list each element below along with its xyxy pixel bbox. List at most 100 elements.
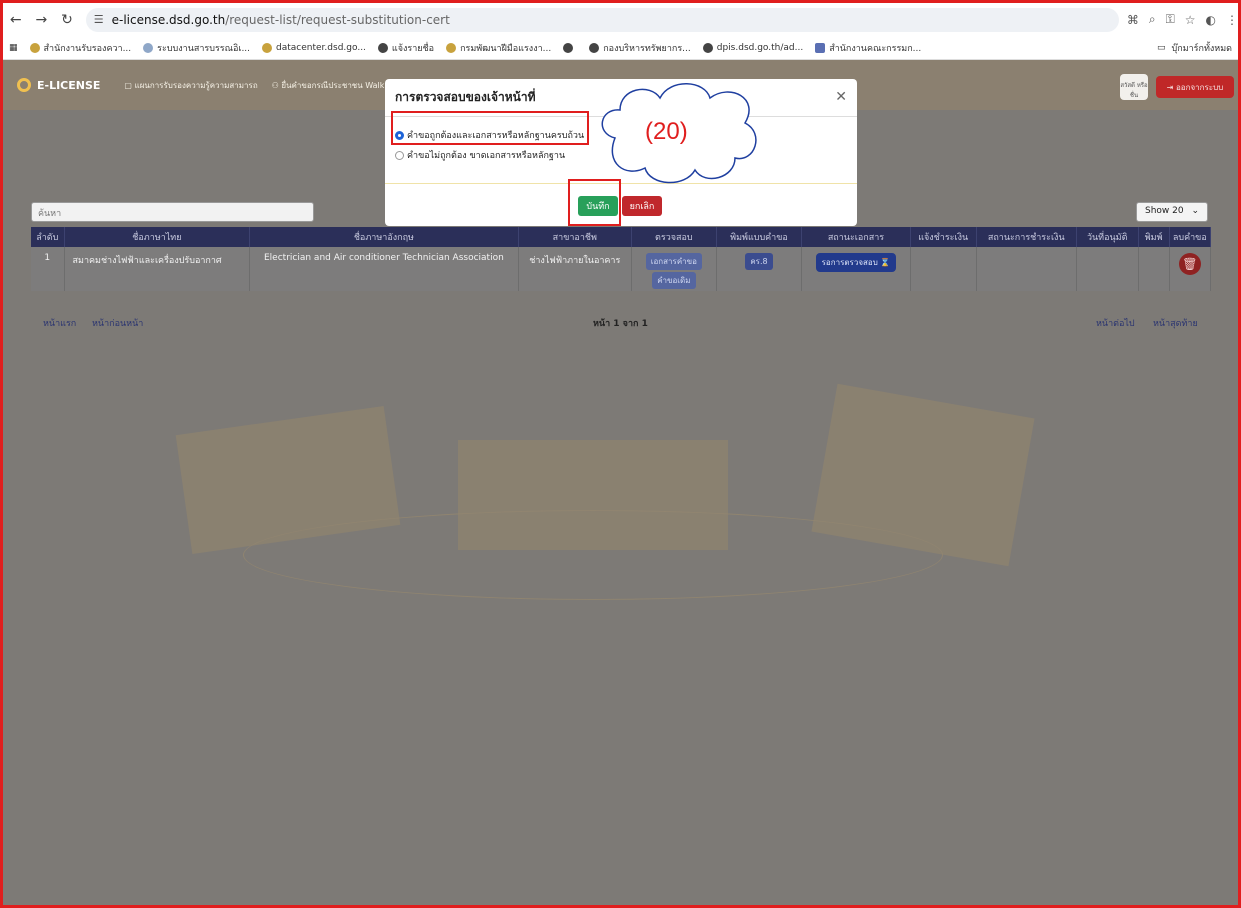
bookmark-item[interactable]: ระบบงานสารบรรณอิเ... [143, 41, 250, 55]
bookmarks-bar: ▦ สำนักงานรับรองควา... ระบบงานสารบรรณอิเ… [3, 36, 1238, 60]
logout-button[interactable]: ⇥ ออกจากระบบ [1156, 76, 1234, 98]
user-chip[interactable]: สวัสดี หรือชื่น [1120, 74, 1148, 100]
nav-item-walkin-label: ยื่นคำขอกรณีประชาชน Walk i [281, 80, 390, 90]
pager-prev[interactable]: หน้าก่อนหน้า [92, 316, 143, 330]
bookmark-item[interactable]: กองบริหารทรัพยากร... [589, 41, 691, 55]
hourglass-icon: ⌛ [880, 258, 891, 267]
bookmark-item[interactable]: สำนักงานรับรองควา... [29, 41, 132, 55]
search-input[interactable]: ค้นหา [31, 202, 314, 222]
all-bookmarks[interactable]: ▭ บุ๊กมาร์กทั้งหมด [1157, 41, 1232, 55]
globe-icon [563, 42, 574, 53]
cell-delete: 🗑 [1169, 247, 1212, 291]
cell-name-en: Electrician and Air conditioner Technici… [249, 247, 519, 291]
column-header: แจ้งชำระเงิน [910, 227, 977, 247]
all-bookmarks-label: บุ๊กมาร์กทั้งหมด [1171, 43, 1232, 54]
bookmark-label: สำนักงานรับรองควา... [43, 43, 132, 54]
bookmark-label: datacenter.dsd.go... [276, 42, 366, 53]
site-favicon-icon [446, 42, 457, 53]
view-original-request-button[interactable]: คำขอเดิม [652, 272, 696, 289]
bookmark-item[interactable]: datacenter.dsd.go... [262, 42, 366, 53]
cell-branch: ช่างไฟฟ้าภายในอาคาร [518, 247, 633, 291]
highlight-box [391, 111, 589, 145]
logout-label: ออกจากระบบ [1176, 82, 1224, 92]
pager-next[interactable]: หน้าต่อไป [1096, 316, 1135, 330]
trash-icon[interactable]: 🗑 [1178, 253, 1201, 275]
close-icon[interactable]: ✕ [835, 89, 847, 105]
option-incomplete-label: คำขอไม่ถูกต้อง ขาดเอกสารหรือหลักฐาน [407, 151, 566, 161]
cell-status: รอการตรวจสอบ ⌛ [801, 247, 911, 291]
pager-first[interactable]: หน้าแรก [43, 316, 76, 330]
logout-icon: ⇥ [1166, 82, 1176, 92]
nav-item-walkin[interactable]: ⚇ ยื่นคำขอกรณีประชาชน Walk i [272, 79, 390, 92]
url-host: e-license.dsd.go.th [111, 12, 226, 27]
bookmark-star-icon[interactable]: ☆ [1185, 13, 1196, 27]
cell-name-th: สมาคมช่างไฟฟ้าและเครื่องปรับอากาศ [64, 247, 251, 291]
forward-arrow-icon[interactable]: → [29, 12, 55, 28]
bookmark-label: กรมพัฒนาฝีมือแรงงา... [460, 43, 552, 54]
column-header: ลบคำขอ [1169, 227, 1212, 247]
column-header: พิมพ์แบบคำขอ [716, 227, 803, 247]
reload-icon[interactable]: ↻ [54, 12, 80, 28]
globe-icon [702, 42, 713, 53]
site-favicon-icon [29, 42, 40, 53]
bookmark-item[interactable]: กรมพัฒนาฝีมือแรงงา... [446, 41, 551, 55]
pager-last[interactable]: หน้าสุดท้าย [1153, 316, 1198, 330]
bookmark-label: dpis.dsd.go.th/ad... [716, 42, 804, 53]
status-button[interactable]: รอการตรวจสอบ ⌛ [815, 253, 897, 272]
cancel-button[interactable]: ยกเลิก [622, 196, 662, 216]
cell-approved-date [1076, 247, 1139, 291]
bookmark-label: ระบบงานสารบรรณอิเ... [157, 43, 251, 54]
print-form-button[interactable]: คร.8 [745, 253, 773, 270]
globe-icon [589, 42, 600, 53]
url-path: /request-list/request-substitution-cert [225, 12, 450, 27]
bookmark-label: แจ้งรายชื่อ [391, 43, 435, 54]
page-size-select[interactable]: Show 20 ⌄ [1136, 202, 1208, 222]
site-favicon-icon [815, 42, 826, 53]
status-label: รอการตรวจสอบ [821, 258, 878, 267]
column-header: สถานะเอกสาร [801, 227, 911, 247]
page-size-value: Show 20 [1145, 206, 1184, 216]
table-row: 1 สมาคมช่างไฟฟ้าและเครื่องปรับอากาศ Elec… [31, 247, 1212, 291]
extension-icon[interactable]: ◐ [1206, 13, 1216, 27]
option-incomplete[interactable]: คำขอไม่ถูกต้อง ขาดเอกสารหรือหลักฐาน [395, 148, 565, 162]
view-documents-button[interactable]: เอกสารคำขอ [645, 253, 702, 270]
step-label: (20) [645, 118, 688, 145]
bookmark-item[interactable] [563, 42, 577, 53]
column-header: ชื่อภาษาอังกฤษ [249, 227, 519, 247]
address-bar[interactable]: ☰ e-license.dsd.go.th/request-list/reque… [85, 7, 1119, 32]
translate-icon[interactable]: ⌘ [1127, 13, 1139, 27]
password-key-icon[interactable]: ⚿ [1166, 12, 1175, 27]
site-settings-icon[interactable]: ☰ [94, 13, 104, 26]
column-header: ชื่อภาษาไทย [64, 227, 251, 247]
cell-no: 1 [31, 247, 65, 291]
back-arrow-icon[interactable]: ← [3, 12, 29, 28]
bookmark-label: กองบริหารทรัพยากร... [603, 43, 691, 54]
nav-item-plan[interactable]: ▢ แผนการรับรองความรู้ความสามารถ [124, 79, 257, 92]
logo-icon [17, 78, 31, 92]
apps-grid-icon[interactable]: ▦ [9, 43, 18, 53]
radio-unselected-icon[interactable] [395, 150, 404, 160]
site-favicon-icon [143, 42, 154, 53]
column-header: ตรวจสอบ [631, 227, 717, 247]
brand-logo[interactable]: E-LICENSE [17, 78, 100, 92]
bookmark-item[interactable]: dpis.dsd.go.th/ad... [702, 42, 804, 53]
bookmark-item[interactable]: สำนักงานคณะกรรมก... [815, 41, 921, 55]
column-header: สถานะการชำระเงิน [976, 227, 1077, 247]
request-table: ลำดับ ชื่อภาษาไทย ชื่อภาษาอังกฤษ สาขาอาช… [31, 227, 1212, 291]
column-header: พิมพ์ [1138, 227, 1170, 247]
cell-payment-notice [910, 247, 977, 291]
cell-print [1138, 247, 1170, 291]
column-header: สาขาอาชีพ [518, 227, 633, 247]
chevron-down-icon: ⌄ [1191, 206, 1199, 216]
menu-kebab-icon[interactable]: ⋮ [1226, 13, 1238, 27]
cell-payment-status [976, 247, 1077, 291]
column-header: วันที่อนุมัติ [1076, 227, 1139, 247]
bookmark-item[interactable]: แจ้งรายชื่อ [377, 41, 435, 55]
cell-print-form: คร.8 [716, 247, 803, 291]
bookmark-label: สำนักงานคณะกรรมก... [829, 43, 922, 54]
globe-icon [377, 42, 388, 53]
site-favicon-icon [262, 42, 273, 53]
pager-info: หน้า 1 จาก 1 [593, 319, 648, 329]
background-illustration [243, 510, 943, 600]
zoom-icon[interactable]: ⌕ [1149, 12, 1156, 27]
